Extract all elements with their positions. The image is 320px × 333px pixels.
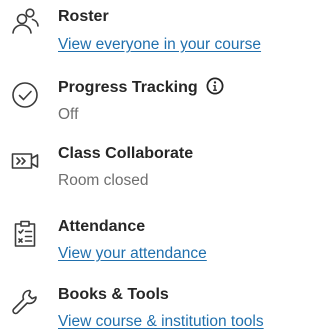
progress-tracking-title: Progress Tracking	[58, 77, 224, 98]
check-circle-icon	[10, 80, 40, 110]
wrench-icon	[10, 287, 40, 317]
users-icon	[10, 6, 40, 36]
books-tools-item: Books & Tools View course & institution …	[0, 275, 314, 333]
attendance-title: Attendance	[58, 218, 146, 235]
info-icon[interactable]	[206, 77, 224, 95]
books-tools-title: Books & Tools	[58, 286, 169, 303]
progress-tracking-label: Progress Tracking	[58, 79, 198, 96]
course-tools-list: Roster View everyone in your course Prog…	[0, 0, 314, 333]
view-tools-link[interactable]: View course & institution tools	[58, 312, 264, 332]
class-collaborate-status: Room closed	[58, 172, 149, 189]
roster-item: Roster View everyone in your course	[0, 0, 314, 58]
roster-title: Roster	[58, 8, 109, 25]
progress-tracking-item: Progress Tracking Off	[0, 68, 314, 126]
attendance-item: Attendance View your attendance	[0, 208, 314, 266]
video-camera-icon	[10, 146, 40, 176]
view-roster-link[interactable]: View everyone in your course	[58, 35, 261, 55]
progress-tracking-status: Off	[58, 106, 79, 123]
view-attendance-link[interactable]: View your attendance	[58, 244, 207, 264]
class-collaborate-item: Class Collaborate Room closed	[0, 136, 314, 194]
clipboard-icon	[10, 219, 40, 249]
class-collaborate-title: Class Collaborate	[58, 145, 194, 162]
